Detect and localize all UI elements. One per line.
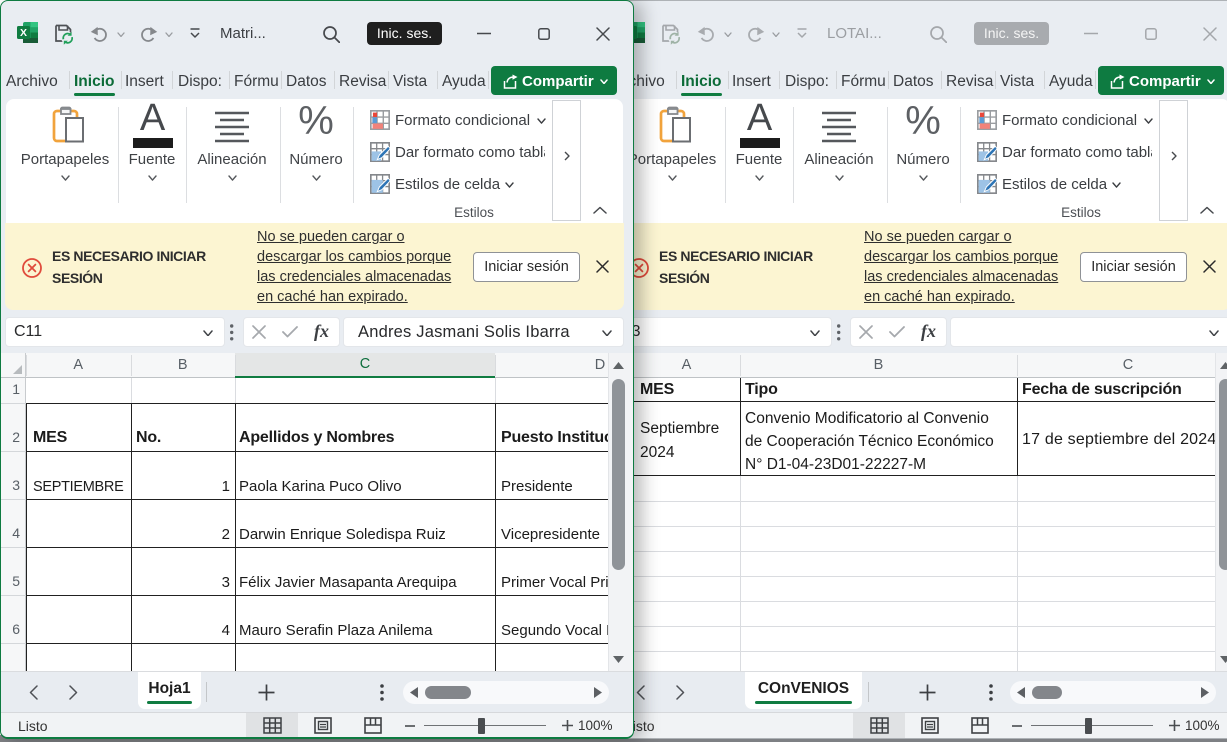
- svg-text:X: X: [20, 27, 27, 39]
